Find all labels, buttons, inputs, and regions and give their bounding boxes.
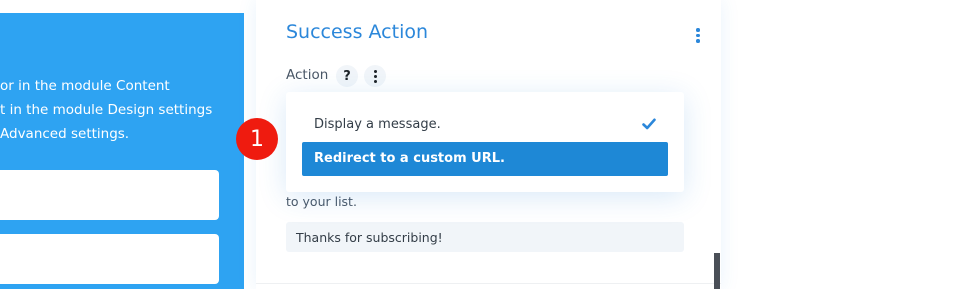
action-label: Action xyxy=(286,67,329,83)
preview-text-line: Advanced settings. xyxy=(0,126,130,142)
help-icon[interactable]: ? xyxy=(336,65,358,87)
divider xyxy=(256,283,721,284)
success-message-field[interactable]: Thanks for subscribing! xyxy=(286,222,684,252)
kebab-menu-icon[interactable] xyxy=(696,28,700,45)
module-preview: or in the module Content t in the module… xyxy=(0,13,244,289)
preview-input-field[interactable] xyxy=(0,170,219,220)
more-options-icon[interactable] xyxy=(364,65,386,87)
option-label: Redirect to a custom URL. xyxy=(314,151,505,166)
preview-text-line: or in the module Content xyxy=(0,78,170,94)
dropdown-option-redirect-url[interactable]: Redirect to a custom URL. xyxy=(302,142,668,176)
dropdown-option-display-message[interactable]: Display a message. xyxy=(302,108,668,142)
section-title[interactable]: Success Action xyxy=(286,21,428,43)
option-label: Display a message. xyxy=(314,117,441,132)
step-number-badge: 1 xyxy=(236,118,278,160)
field-description: to your list. xyxy=(286,194,357,209)
checkmark-icon xyxy=(642,118,656,130)
scrollbar-thumb[interactable] xyxy=(714,253,720,289)
action-dropdown: Display a message. Redirect to a custom … xyxy=(286,92,684,192)
preview-input-field[interactable] xyxy=(0,234,219,284)
preview-text-line: t in the module Design settings xyxy=(0,102,213,118)
